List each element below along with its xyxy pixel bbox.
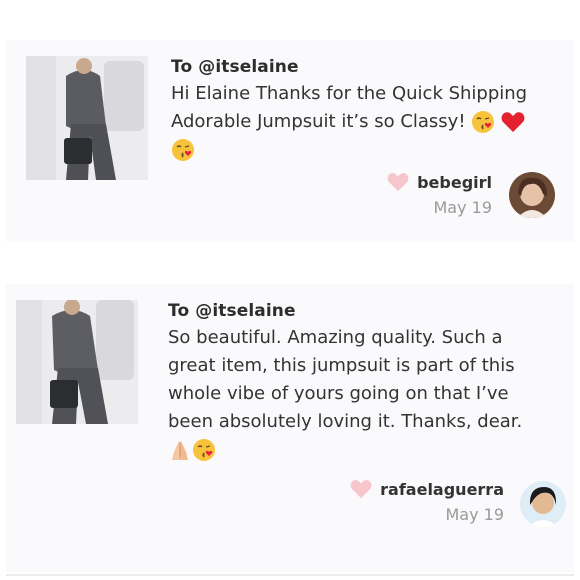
recipient-label: To @itselaine	[171, 57, 299, 77]
avatar[interactable]	[520, 481, 566, 527]
review-line: great item, this jumpsuit is part of thi…	[168, 355, 515, 376]
review-text: Hi Elaine Thanks for the Quick Shipping …	[171, 80, 561, 164]
review-line: been absolutely loving it. Thanks, dear.	[168, 411, 523, 432]
review-line: Hi Elaine Thanks for the Quick Shipping	[171, 83, 528, 104]
heart-icon[interactable]	[350, 479, 372, 499]
kissing-face-emoji-icon	[172, 139, 194, 161]
reviewer-username[interactable]: rafaelaguerra	[380, 480, 504, 499]
kissing-face-emoji-icon	[472, 111, 495, 133]
product-thumbnail[interactable]	[26, 56, 148, 180]
recipient-label: To @itselaine	[168, 301, 296, 321]
review-line: So beautiful. Amazing quality. Such a	[168, 327, 503, 348]
divider	[6, 574, 574, 576]
product-thumbnail[interactable]	[16, 300, 138, 424]
review-line: Adorable Jumpsuit it’s so Classy!	[171, 111, 466, 132]
heart-icon[interactable]	[387, 172, 409, 192]
kissing-face-emoji-icon	[193, 439, 215, 461]
review-signature: bebegirl May 19	[387, 172, 492, 217]
review-message: To @itselaine So beautiful. Amazing qual…	[168, 301, 568, 464]
review-date: May 19	[445, 505, 504, 524]
review-card: To @itselaine So beautiful. Amazing qual…	[6, 284, 574, 572]
review-text: So beautiful. Amazing quality. Such a gr…	[168, 324, 568, 464]
review-message: To @itselaine Hi Elaine Thanks for the Q…	[171, 57, 561, 164]
review-signature: rafaelaguerra May 19	[350, 479, 504, 524]
reviewer-username[interactable]: bebegirl	[417, 173, 492, 192]
red-heart-emoji-icon	[501, 112, 525, 132]
avatar[interactable]	[509, 172, 555, 218]
folded-hands-emoji-icon	[172, 441, 188, 460]
review-date: May 19	[433, 198, 492, 217]
review-line: whole vibe of yours going on that I’ve	[168, 383, 509, 404]
review-card: To @itselaine Hi Elaine Thanks for the Q…	[6, 40, 574, 242]
